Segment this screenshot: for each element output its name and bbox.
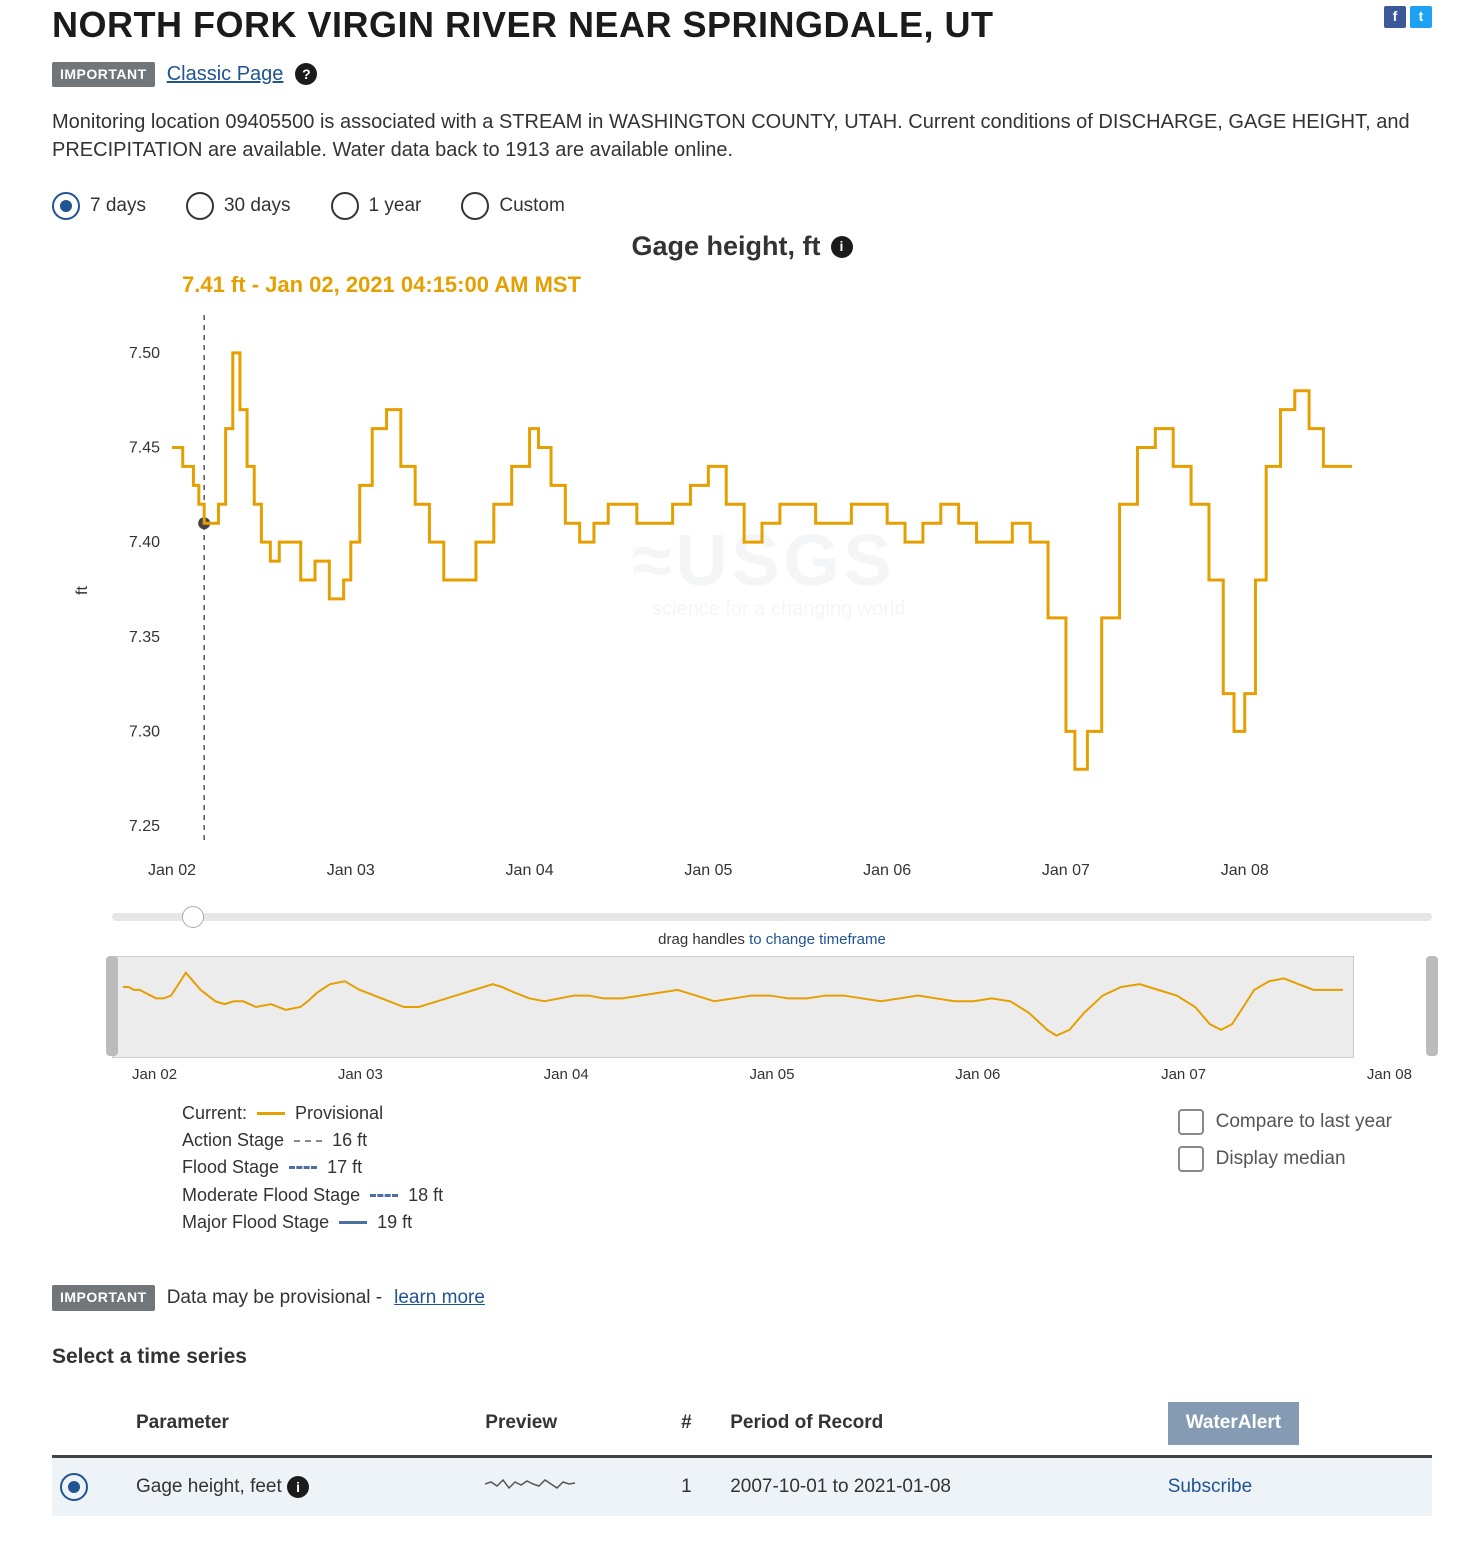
location-summary: Monitoring location 09405500 is associat… xyxy=(52,108,1432,164)
chart-title: Gage height, ft xyxy=(632,228,821,266)
provisional-text: Data may be provisional - xyxy=(167,1285,382,1312)
info-icon[interactable]: i xyxy=(287,1476,309,1498)
svg-text:7.45: 7.45 xyxy=(129,439,160,456)
range-30days[interactable]: 30 days xyxy=(186,192,291,220)
svg-text:7.25: 7.25 xyxy=(129,818,160,835)
timeseries-table: Parameter Preview # Period of Record Wat… xyxy=(52,1392,1432,1516)
change-timeframe-link[interactable]: to change timeframe xyxy=(745,931,886,948)
help-icon[interactable]: ? xyxy=(295,63,317,85)
y-axis-label: ft xyxy=(72,586,94,595)
overview-chart[interactable] xyxy=(112,956,1354,1058)
time-brush-slider[interactable] xyxy=(112,913,1432,921)
svg-text:Jan 05: Jan 05 xyxy=(684,862,732,879)
facebook-icon[interactable]: f xyxy=(1384,6,1406,28)
watermark-logo: ≈USGS xyxy=(632,521,896,601)
row-radio[interactable] xyxy=(60,1473,120,1501)
brush-caption: drag handles to change timeframe xyxy=(112,929,1432,950)
col-preview: Preview xyxy=(477,1392,673,1456)
col-parameter: Parameter xyxy=(128,1392,477,1456)
col-count: # xyxy=(673,1392,722,1456)
time-range-radios: 7 days 30 days 1 year Custom xyxy=(52,192,1432,220)
compare-last-year-toggle[interactable]: Compare to last year xyxy=(1178,1109,1392,1136)
important-badge-2: IMPORTANT xyxy=(52,1285,155,1311)
svg-text:Jan 02: Jan 02 xyxy=(148,862,196,879)
brush-handle[interactable] xyxy=(182,906,204,928)
col-period: Period of Record xyxy=(722,1392,1159,1456)
svg-text:7.35: 7.35 xyxy=(129,629,160,646)
page-title: NORTH FORK VIRGIN RIVER NEAR SPRINGDALE,… xyxy=(52,0,994,50)
svg-text:7.40: 7.40 xyxy=(129,534,160,551)
svg-text:7.50: 7.50 xyxy=(129,345,160,362)
learn-more-link[interactable]: learn more xyxy=(394,1285,485,1312)
hover-readout: 7.41 ft - Jan 02, 2021 04:15:00 AM MST xyxy=(182,270,1432,301)
svg-text:Jan 04: Jan 04 xyxy=(506,862,554,879)
watermark-tagline: science for a changing world xyxy=(652,598,905,620)
timeseries-heading: Select a time series xyxy=(52,1342,1432,1371)
subscribe-link[interactable]: Subscribe xyxy=(1160,1456,1432,1516)
timeseries-row-gage-height[interactable]: Gage height, feet i 1 2007-10-01 to 2021… xyxy=(52,1456,1432,1516)
range-custom[interactable]: Custom xyxy=(461,192,564,220)
classic-page-link[interactable]: Classic Page xyxy=(167,60,284,88)
chart-legend: Current:Provisional Action Stage16 ft Fl… xyxy=(182,1099,443,1237)
overview-handle-right[interactable] xyxy=(1426,956,1438,1056)
range-7days[interactable]: 7 days xyxy=(52,192,146,220)
col-wateralert: WaterAlert xyxy=(1160,1392,1432,1456)
gage-height-chart[interactable]: ≈USGS science for a changing world 7.25 7… xyxy=(112,305,1372,895)
svg-text:Jan 07: Jan 07 xyxy=(1042,862,1090,879)
overview-handle-left[interactable] xyxy=(106,956,118,1056)
info-icon[interactable]: i xyxy=(831,236,853,258)
twitter-icon[interactable]: t xyxy=(1410,6,1432,28)
svg-text:Jan 06: Jan 06 xyxy=(863,862,911,879)
display-median-toggle[interactable]: Display median xyxy=(1178,1146,1392,1173)
svg-text:Jan 08: Jan 08 xyxy=(1221,862,1269,879)
svg-text:Jan 03: Jan 03 xyxy=(327,862,375,879)
svg-text:7.30: 7.30 xyxy=(129,723,160,740)
important-badge: IMPORTANT xyxy=(52,62,155,88)
range-1year[interactable]: 1 year xyxy=(331,192,422,220)
